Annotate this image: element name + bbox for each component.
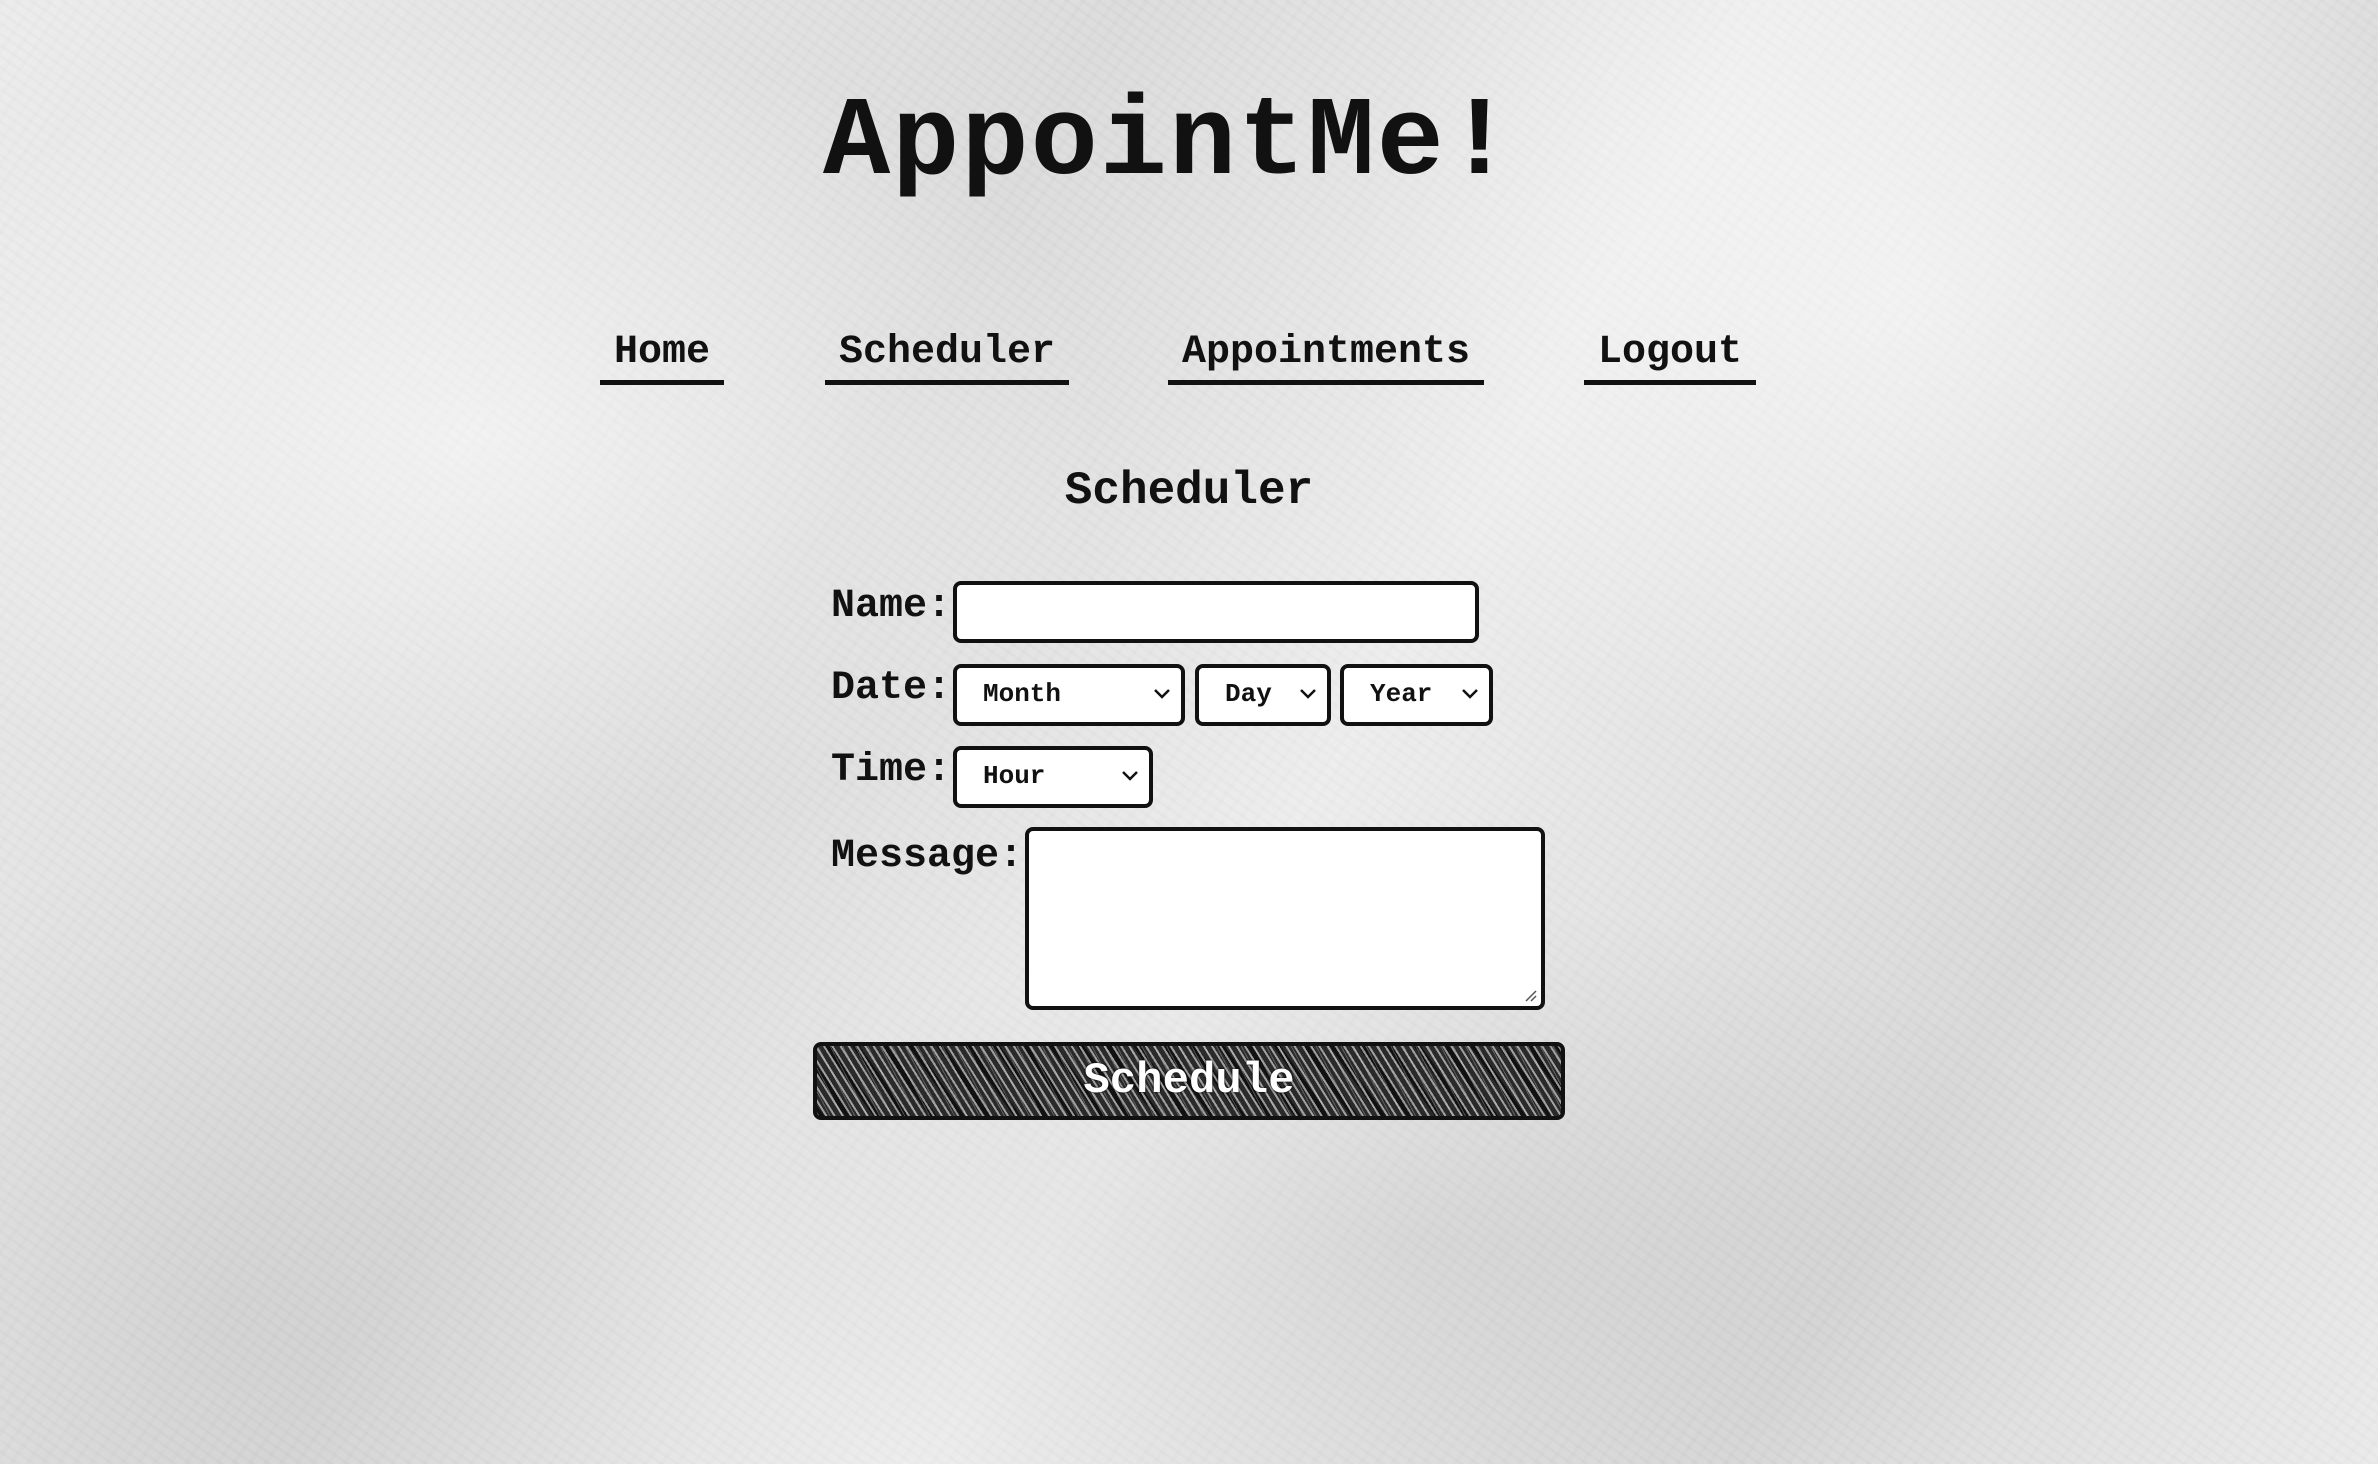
time-label: Time: [831,748,952,793]
name-input[interactable] [953,581,1479,643]
nav-link-scheduler[interactable]: Scheduler [825,330,1070,385]
day-select[interactable]: Day [1195,664,1331,726]
app-logo: AppointMe! [0,80,2378,207]
chevron-down-icon [1462,689,1478,699]
page-title: Scheduler [1064,465,1314,517]
year-select-value: Year [1370,679,1433,709]
main-nav: Home Scheduler Appointments Logout [0,330,2378,390]
chevron-down-icon [1300,689,1316,699]
day-select-value: Day [1225,679,1272,709]
resize-grip-icon[interactable] [1523,988,1537,1002]
nav-link-home[interactable]: Home [600,330,725,385]
message-textarea[interactable] [1025,827,1545,1010]
nav-link-appointments[interactable]: Appointments [1168,330,1485,385]
month-select-value: Month [983,679,1062,709]
year-select[interactable]: Year [1340,664,1493,726]
app-logo-text: AppointMe! [822,80,1516,207]
chevron-down-icon [1154,689,1170,699]
nav-link-logout[interactable]: Logout [1584,330,1757,385]
hour-select-value: Hour [983,761,1046,791]
month-select[interactable]: Month [953,664,1185,726]
message-label: Message: [831,834,1024,879]
hour-select[interactable]: Hour [953,746,1153,808]
schedule-button[interactable]: Schedule [813,1042,1565,1120]
date-label: Date: [831,666,952,711]
name-label: Name: [831,584,952,629]
chevron-down-icon [1122,771,1138,781]
